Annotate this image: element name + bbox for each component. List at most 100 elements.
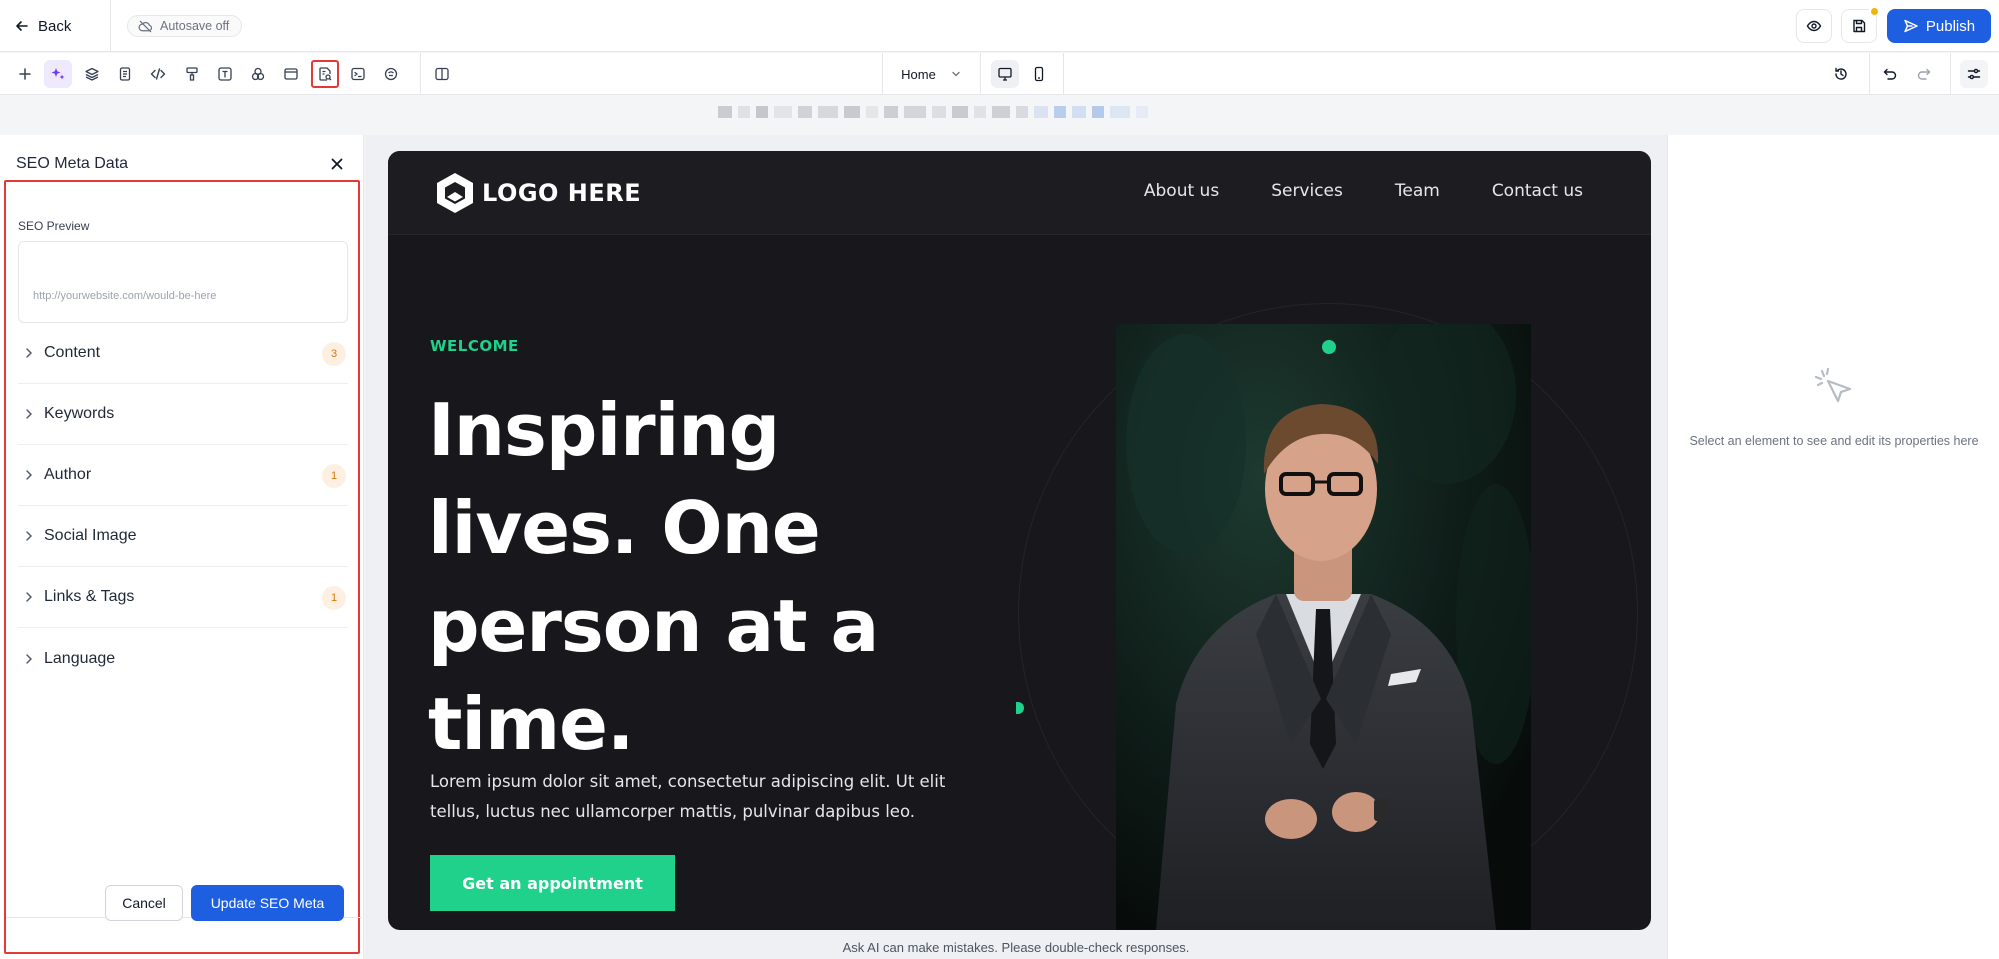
welcome-eyebrow[interactable]: WELCOME xyxy=(430,337,519,355)
chevron-right-icon xyxy=(26,348,32,358)
text-icon xyxy=(218,67,232,81)
nav-about-us[interactable]: About us xyxy=(1144,181,1219,201)
section-language[interactable]: Language xyxy=(18,628,348,689)
seo-meta-button[interactable] xyxy=(311,60,339,88)
redo-button[interactable] xyxy=(1910,60,1938,88)
back-label: Back xyxy=(38,17,72,35)
section-label: Language xyxy=(44,649,116,667)
redacted-url-strip xyxy=(718,106,1148,118)
seo-sections-list: Content 3 Keywords Author 1 Social Image… xyxy=(18,323,348,689)
window-icon xyxy=(284,68,298,80)
section-author[interactable]: Author 1 xyxy=(18,445,348,506)
nav-contact-us[interactable]: Contact us xyxy=(1492,181,1583,201)
desktop-view-button[interactable] xyxy=(991,60,1019,88)
redo-icon xyxy=(1917,68,1931,80)
top-bar: Back Autosave off Publish xyxy=(0,0,1999,52)
nav-services[interactable]: Services xyxy=(1271,181,1343,201)
chevron-right-icon xyxy=(26,470,32,480)
divider xyxy=(1950,53,1951,95)
hero-heading[interactable]: Inspiring lives. One person at a time. xyxy=(428,381,928,773)
section-label: Links & Tags xyxy=(44,588,135,605)
section-links-tags[interactable]: Links & Tags 1 xyxy=(18,567,348,628)
section-label: Content xyxy=(44,344,101,361)
split-view-icon xyxy=(435,67,449,81)
preview-button[interactable] xyxy=(1796,9,1832,43)
cancel-button[interactable]: Cancel xyxy=(105,885,183,921)
paint-roller-icon xyxy=(186,67,198,81)
divider xyxy=(110,0,111,52)
empty-state-message: Select an element to see and edit its pr… xyxy=(1689,434,1979,448)
add-element-button[interactable] xyxy=(11,60,39,88)
terminal-icon xyxy=(351,67,365,81)
save-button[interactable] xyxy=(1841,6,1880,43)
console-button[interactable] xyxy=(344,60,372,88)
unsaved-indicator xyxy=(1869,6,1880,17)
website-preview[interactable]: LOGO HERE About us Services Team Contact… xyxy=(388,151,1651,930)
properties-panel: Select an element to see and edit its pr… xyxy=(1667,135,1999,959)
split-view-button[interactable] xyxy=(428,60,456,88)
editor-toolbar: Home xyxy=(0,53,1999,95)
logo-text: LOGO HERE xyxy=(482,179,642,207)
page-selector[interactable]: Home xyxy=(882,53,980,95)
page-selector-value: Home xyxy=(901,66,936,82)
chevron-down-icon xyxy=(952,71,960,77)
divider xyxy=(1869,53,1870,95)
ask-ai-button[interactable] xyxy=(44,60,72,88)
decorative-dot xyxy=(1016,702,1024,714)
layers-button[interactable] xyxy=(78,60,106,88)
back-button[interactable]: Back xyxy=(14,12,71,40)
integrations-button[interactable] xyxy=(377,60,405,88)
undo-button[interactable] xyxy=(1876,60,1904,88)
seo-preview-label: SEO Preview xyxy=(18,219,90,233)
publish-label: Publish xyxy=(1925,17,1976,35)
count-badge: 3 xyxy=(322,342,346,366)
history-button[interactable] xyxy=(1827,60,1855,88)
mobile-icon xyxy=(1034,66,1044,82)
components-button[interactable] xyxy=(244,60,272,88)
hero-portrait-image[interactable] xyxy=(1116,324,1531,930)
section-content[interactable]: Content 3 xyxy=(18,323,348,384)
sliders-icon xyxy=(1967,68,1981,80)
sections-button[interactable] xyxy=(277,60,305,88)
code-button[interactable] xyxy=(144,60,172,88)
panel-title: SEO Meta Data xyxy=(16,155,129,172)
close-panel-button[interactable] xyxy=(326,153,348,175)
integrations-icon xyxy=(384,67,398,81)
get-appointment-button[interactable]: Get an appointment xyxy=(430,855,675,911)
section-social-image[interactable]: Social Image xyxy=(18,506,348,567)
text-button[interactable] xyxy=(211,60,239,88)
publish-button[interactable]: Publish xyxy=(1887,9,1991,43)
hero-paragraph[interactable]: Lorem ipsum dolor sit amet, consectetur … xyxy=(430,767,1000,827)
seo-preview-url: http://yourwebsite.com/would-be-here xyxy=(33,290,217,302)
portrait-illustration xyxy=(1116,324,1531,930)
hexagon-logo-icon xyxy=(437,173,473,213)
seo-meta-panel: SEO Meta Data SEO Preview http://yourweb… xyxy=(0,135,364,959)
pages-button[interactable] xyxy=(111,60,139,88)
save-icon xyxy=(1853,19,1866,33)
autosave-label: Autosave off xyxy=(160,19,230,33)
site-header[interactable]: LOGO HERE About us Services Team Contact… xyxy=(388,151,1651,235)
nav-team[interactable]: Team xyxy=(1395,181,1440,201)
close-icon xyxy=(331,158,343,170)
settings-button[interactable] xyxy=(1960,60,1988,88)
chevron-right-icon xyxy=(26,409,32,419)
history-icon xyxy=(1835,67,1847,80)
divider xyxy=(980,53,981,95)
seo-preview-card: http://yourwebsite.com/would-be-here xyxy=(18,241,348,323)
section-label: Social Image xyxy=(44,527,137,544)
cursor-click-icon xyxy=(1814,367,1852,403)
update-seo-meta-button[interactable]: Update SEO Meta xyxy=(191,885,344,921)
seo-form-highlight: SEO Preview http://yourwebsite.com/would… xyxy=(4,180,362,954)
site-logo[interactable]: LOGO HERE xyxy=(434,171,641,215)
section-keywords[interactable]: Keywords xyxy=(18,384,348,445)
autosave-toggle[interactable]: Autosave off xyxy=(127,15,243,37)
layers-icon xyxy=(85,67,99,81)
divider xyxy=(1063,53,1064,95)
section-label: Keywords xyxy=(44,405,115,422)
cloud-off-icon xyxy=(138,20,153,32)
section-label: Author xyxy=(44,466,92,483)
styles-button[interactable] xyxy=(178,60,206,88)
send-icon xyxy=(1904,19,1918,33)
decorative-dot xyxy=(1322,340,1336,354)
mobile-view-button[interactable] xyxy=(1025,60,1053,88)
